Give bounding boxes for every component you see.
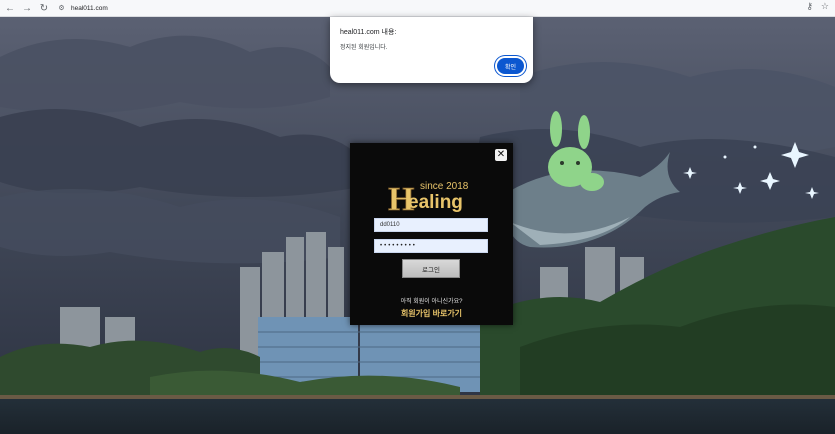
- username-input[interactable]: dd0110: [374, 218, 488, 232]
- browser-alert-dialog: heal011.com 내용: 정지된 회원입니다. 확인: [330, 17, 533, 83]
- browser-toolbar: ← → ↻ ⚙ heal011.com ⚷ ☆: [0, 0, 835, 17]
- login-modal: ✕ H since 2018 ealing dd0110 ••••••••• 로…: [350, 143, 513, 325]
- alert-ok-button[interactable]: 확인: [497, 58, 524, 74]
- login-button[interactable]: 로그인: [402, 259, 460, 278]
- signup-link[interactable]: 회원가입 바로가기: [350, 308, 513, 319]
- healing-logo: H since 2018 ealing: [388, 181, 469, 213]
- address-bar[interactable]: ⚙ heal011.com: [57, 4, 108, 13]
- logo-since: since 2018: [420, 181, 469, 192]
- url-text: heal011.com: [71, 4, 108, 12]
- star-icon[interactable]: ☆: [821, 1, 829, 12]
- key-icon[interactable]: ⚷: [806, 1, 813, 12]
- arrow-left-icon[interactable]: ←: [3, 1, 17, 15]
- alert-title: heal011.com 내용:: [340, 29, 397, 36]
- close-icon[interactable]: ✕: [495, 149, 507, 161]
- site-settings-icon[interactable]: ⚙: [57, 4, 66, 13]
- alert-message: 정지된 회원입니다.: [340, 45, 388, 51]
- signup-question: 아직 회원이 아니신가요?: [400, 299, 463, 305]
- reload-icon[interactable]: ↻: [37, 1, 51, 15]
- arrow-right-icon[interactable]: →: [20, 1, 34, 15]
- logo-brand: ealing: [408, 192, 463, 213]
- password-input[interactable]: •••••••••: [374, 239, 488, 253]
